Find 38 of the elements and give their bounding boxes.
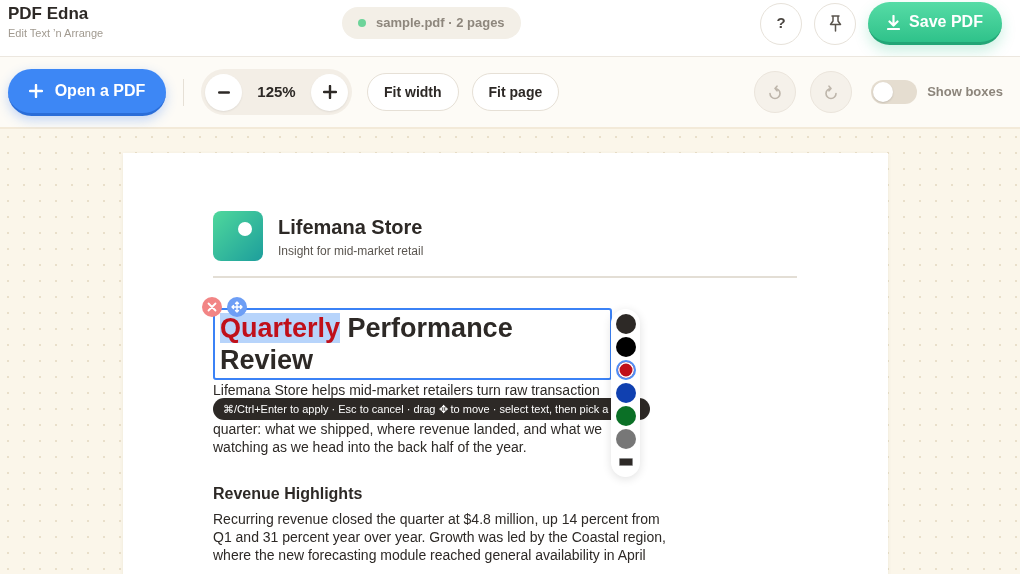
- color-swatch[interactable]: [615, 383, 636, 403]
- plus-icon: [28, 83, 43, 98]
- pin-icon: [828, 15, 842, 32]
- zoom-level: 125%: [257, 81, 296, 102]
- color-swatch[interactable]: [615, 406, 636, 426]
- paragraph-line: Lifemana Store helps mid-market retailers turn raw transaction: [213, 381, 600, 399]
- custom-color-input[interactable]: [618, 458, 633, 466]
- color-swatch[interactable]: [615, 337, 636, 357]
- title-edit-field[interactable]: Quarterly Performance Review: [213, 308, 612, 380]
- brand-name: Lifemana Store: [278, 215, 424, 239]
- color-swatch[interactable]: [615, 360, 636, 380]
- fit-button[interactable]: Fit page: [471, 73, 560, 111]
- file-name-label: sample.pdf · 2 pages: [376, 14, 505, 33]
- show-boxes-label: Show boxes: [927, 83, 1003, 102]
- pin-button[interactable]: [814, 2, 856, 45]
- color-swatch[interactable]: [615, 429, 636, 449]
- section-heading: Revenue Highlights: [213, 484, 363, 504]
- help-button[interactable]: ?: [760, 2, 802, 45]
- paragraph-line: quarter: what we shipped, where revenue landed, and what we: [213, 420, 603, 438]
- color-swatch[interactable]: [615, 314, 636, 334]
- plus-icon: [322, 85, 337, 99]
- fit-button[interactable]: Fit width: [367, 73, 459, 111]
- redo-icon: [824, 84, 839, 100]
- open-pdf-button[interactable]: Open a PDF: [8, 68, 166, 116]
- download-icon: [887, 14, 901, 30]
- app-subtitle: Edit Text ’n Arrange: [8, 26, 104, 40]
- brand-tagline: Insight for mid-market retail: [278, 243, 424, 259]
- show-boxes-toggle[interactable]: [871, 80, 918, 104]
- undo-icon: [768, 84, 783, 100]
- paragraph-line: watching as we head into the back half of the year.: [213, 438, 527, 456]
- minus-icon: [217, 90, 230, 94]
- logo-icon: [213, 211, 263, 261]
- hint-tooltip: ⌘/Ctrl+Enter to apply · Esc to cancel · drag ✥ to move · select text, then pick a: [213, 398, 650, 420]
- section-paragraph: Recurring revenue closed the quarter at $4.8 million, up 14 percent from Q1 and 31 percent year over year. Growth was led by the Coastal region, where the new forecasting module reached general availability in April: [213, 510, 667, 564]
- move-icon[interactable]: [227, 297, 247, 317]
- app-title: PDF Edna: [8, 4, 89, 24]
- zoom-in-button[interactable]: [311, 73, 348, 111]
- zoom-out-button[interactable]: [205, 73, 242, 111]
